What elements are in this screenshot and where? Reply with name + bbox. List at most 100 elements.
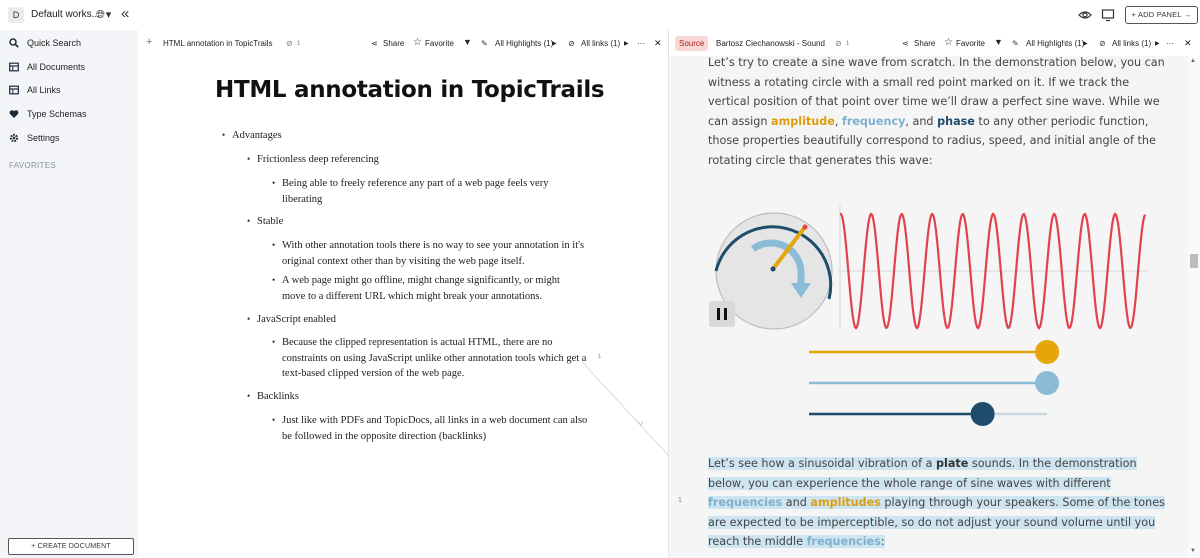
sidebar-item-all-links[interactable]: All Links [0, 81, 138, 101]
gear-icon [9, 133, 19, 143]
highlight-line-number: 1 [678, 497, 682, 504]
bullet-item[interactable]: Backlinks [247, 389, 557, 405]
favorite-button[interactable]: Favorite [425, 39, 454, 48]
bullet-item[interactable]: Being able to freely reference any part … [272, 176, 572, 207]
eye-icon[interactable] [1078, 8, 1092, 22]
all-highlights-button[interactable]: All Highlights (1) [495, 39, 553, 48]
caret-right-icon[interactable]: ▶ [552, 40, 557, 47]
share-button[interactable]: Share [383, 39, 404, 48]
phase-link[interactable]: phase [937, 115, 975, 128]
star-icon: ☆ [413, 37, 422, 48]
favorites-label: FAVORITES [9, 161, 57, 170]
frequencies-link[interactable]: frequencies [708, 496, 782, 509]
panel-title[interactable]: HTML annotation in TopicTrails [163, 39, 273, 48]
bullet-item[interactable]: A web page might go offline, might chang… [272, 273, 582, 304]
sidebar-item-label: All Documents [27, 62, 86, 72]
filter-icon[interactable]: ▼ [994, 37, 1003, 47]
sidebar-item-quick-search[interactable]: Quick Search [0, 34, 138, 54]
bullet-item[interactable]: JavaScript enabled [247, 312, 557, 328]
frequencies-link[interactable]: frequencies [807, 535, 881, 548]
pause-icon [724, 308, 727, 320]
table-icon [9, 62, 19, 72]
frequency-slider[interactable] [809, 371, 1060, 395]
star-icon: ☆ [944, 37, 953, 48]
text-run: , [834, 114, 842, 128]
sidebar-item-label: Settings [27, 133, 60, 143]
collapse-sidebar-icon[interactable]: « [121, 5, 129, 22]
caret-right-icon[interactable]: ▶ [624, 40, 629, 47]
highlight-pen-icon: ✎ [1012, 39, 1019, 48]
text-run: , and [905, 114, 938, 128]
search-icon [9, 38, 19, 48]
phase-slider[interactable] [809, 402, 1047, 426]
document-panel-header: + HTML annotation in TopicTrails ⊘ 1 ⋖ S… [138, 30, 669, 56]
link-icon: ⊘ [1099, 39, 1106, 48]
table-icon [9, 85, 19, 95]
close-panel-button[interactable]: ✕ [1184, 38, 1192, 49]
text-run: and [782, 496, 811, 509]
sidebar-item-label: All Links [27, 85, 61, 95]
plate-link[interactable]: plate [936, 457, 968, 470]
bullet-item[interactable]: Just like with PDFs and TopicDocs, all l… [272, 413, 588, 444]
bullet-item[interactable]: Advantages [222, 128, 532, 144]
share-icon: ⋖ [371, 39, 378, 48]
caret-right-icon[interactable]: ▶ [1083, 40, 1088, 47]
wave-sliders[interactable] [809, 336, 1069, 436]
filter-icon[interactable]: ▼ [463, 37, 472, 47]
sidebar-item-label: Quick Search [27, 38, 82, 48]
all-highlights-button[interactable]: All Highlights (1) [1026, 39, 1084, 48]
bullet-item[interactable]: With other annotation tools there is no … [272, 238, 594, 269]
amplitudes-link[interactable]: amplitudes [810, 496, 880, 509]
sidebar-item-label: Type Schemas [27, 109, 87, 119]
source-scrollbar[interactable]: ▲ ▼ [1188, 56, 1200, 558]
globe-icon[interactable]: 🌐︎▾ [96, 8, 112, 22]
favorite-button[interactable]: Favorite [956, 39, 985, 48]
share-icon: ⋖ [902, 39, 909, 48]
bullet-item[interactable]: Stable [247, 214, 557, 230]
sidebar-item-type-schemas[interactable]: Type Schemas [0, 105, 138, 125]
workspace-badge[interactable]: D [8, 7, 24, 23]
source-web-view[interactable]: Let’s try to create a sine wave from scr… [669, 56, 1188, 558]
frequency-link[interactable]: frequency [842, 115, 905, 128]
scroll-thumb[interactable] [1190, 254, 1198, 268]
source-paragraph: Let’s try to create a sine wave from scr… [708, 56, 1168, 170]
top-bar: D Default works... 🌐︎▾ « + ADD PANEL → [0, 0, 1200, 30]
bullet-item[interactable]: Frictionless deep referencing [247, 152, 557, 168]
link-count: 1 [297, 41, 301, 47]
all-links-button[interactable]: All links (1) [1112, 39, 1151, 48]
highlighted-source-paragraph[interactable]: Let’s see how a sinusoidal vibration of … [708, 454, 1168, 552]
scroll-up-icon[interactable]: ▲ [1190, 58, 1196, 64]
heart-icon [9, 110, 19, 118]
close-panel-button[interactable]: ✕ [654, 38, 662, 49]
monitor-icon[interactable] [1101, 8, 1115, 22]
create-document-button[interactable]: + CREATE DOCUMENT [8, 538, 134, 555]
panel-title[interactable]: Bartosz Ciechanowski - Sound [716, 39, 825, 48]
link-icon: ⊘ [568, 39, 575, 48]
sine-wave-demo[interactable] [709, 201, 1149, 341]
center-point [770, 266, 776, 272]
link-count: 1 [846, 41, 850, 47]
add-panel-button[interactable]: + ADD PANEL → [1125, 6, 1198, 24]
red-point [802, 224, 808, 230]
source-badge[interactable]: Source [675, 36, 709, 51]
text-run: : [880, 535, 885, 548]
add-icon[interactable]: + [146, 36, 152, 48]
sidebar-item-settings[interactable]: Settings [0, 129, 138, 149]
scroll-down-icon[interactable]: ▼ [1190, 548, 1196, 554]
sidebar: Quick Search All Documents All Links Typ… [0, 30, 138, 558]
bullet-item[interactable]: Because the clipped representation is ac… [272, 335, 588, 382]
more-options-button[interactable]: ··· [637, 39, 645, 48]
source-panel-header: Source Bartosz Ciechanowski - Sound ⊘ 1 … [669, 30, 1200, 56]
amplitude-slider[interactable] [809, 340, 1060, 364]
more-options-button[interactable]: ··· [1166, 39, 1174, 48]
document-title[interactable]: HTML annotation in TopicTrails [215, 77, 605, 103]
share-button[interactable]: Share [914, 39, 935, 48]
workspace-name[interactable]: Default works... [31, 9, 100, 20]
caret-right-icon[interactable]: ▶ [1155, 40, 1160, 47]
text-run: Let’s see how a sinusoidal vibration of … [708, 457, 936, 470]
sidebar-item-all-documents[interactable]: All Documents [0, 58, 138, 78]
pause-button[interactable] [709, 301, 735, 327]
amplitude-link[interactable]: amplitude [771, 115, 835, 128]
link-icon: ⊘ [286, 39, 293, 48]
all-links-button[interactable]: All links (1) [581, 39, 620, 48]
